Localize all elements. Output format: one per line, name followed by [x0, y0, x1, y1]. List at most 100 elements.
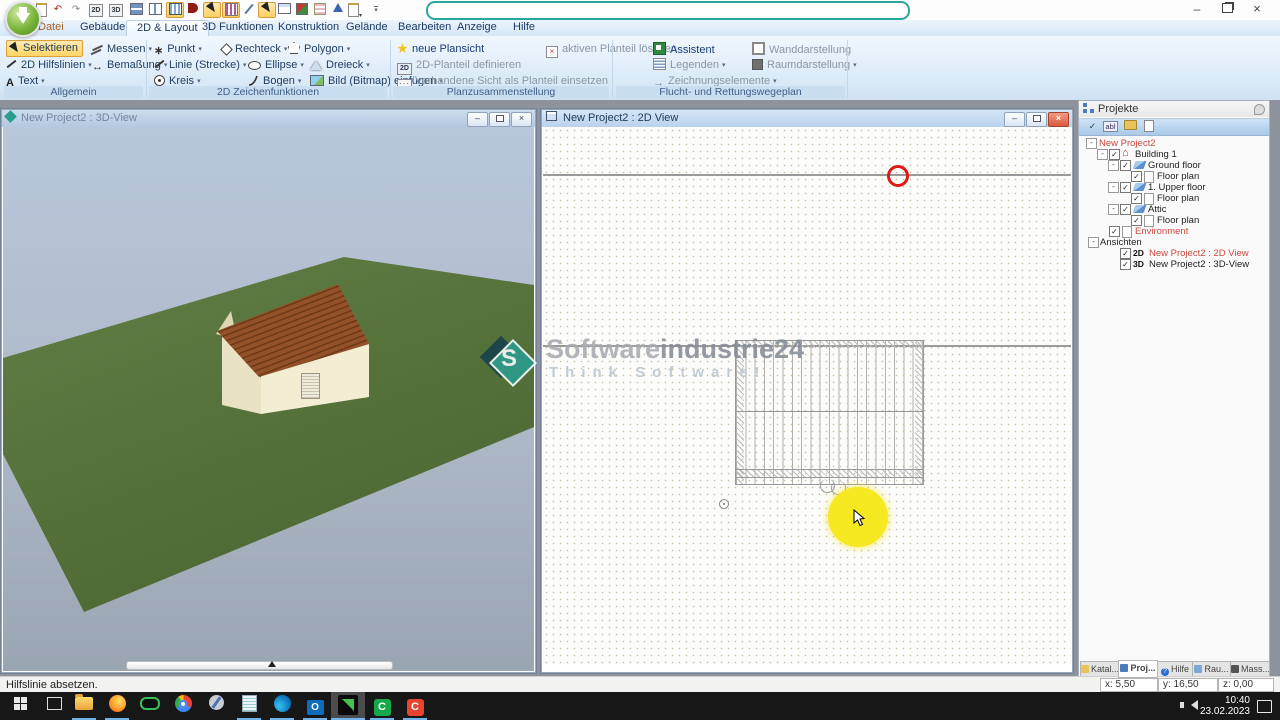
grid-toggle-icon[interactable]: [166, 2, 184, 18]
app-menu-button[interactable]: [5, 1, 41, 37]
file-explorer-icon[interactable]: [72, 695, 96, 717]
tree-item-label[interactable]: Environment: [1135, 226, 1188, 237]
pin-icon[interactable]: [1254, 104, 1265, 115]
window-3d-titlebar[interactable]: New Project2 : 3D-View –×: [2, 110, 535, 127]
cursor-tool-icon[interactable]: [258, 2, 276, 18]
edge-icon[interactable]: [270, 695, 294, 717]
tree-item-label[interactable]: Floor plan: [1157, 193, 1199, 204]
ribbon-button-messen[interactable]: Messen▾: [92, 42, 152, 57]
vertical-split-icon[interactable]: [147, 3, 163, 17]
app-close-button[interactable]: ×: [1242, 0, 1272, 20]
tree-expand-icon[interactable]: -: [1097, 149, 1108, 160]
titlebar-input-box[interactable]: [426, 1, 910, 20]
tree-expand-icon[interactable]: -: [1108, 160, 1119, 171]
tree-item-label[interactable]: New Project2 : 3D-View: [1149, 259, 1249, 270]
drafting-tool-icon[interactable]: [241, 3, 257, 17]
reference-point-symbol[interactable]: [719, 499, 729, 509]
window-3d-close-button[interactable]: ×: [511, 112, 532, 127]
tree-item-label[interactable]: Ansichten: [1100, 237, 1142, 248]
redo-icon[interactable]: ↷: [68, 3, 84, 17]
ribbon-button-wanddarstellung[interactable]: Wanddarstellung: [752, 42, 851, 57]
app-restore-button[interactable]: [1212, 0, 1242, 20]
tree-item-label[interactable]: Building 1: [1135, 149, 1177, 160]
ribbon-button-dreieck[interactable]: Dreieck▾: [310, 58, 370, 73]
eraser-wedge-icon[interactable]: [330, 3, 346, 17]
tree-expand-icon[interactable]: -: [1088, 237, 1099, 248]
redline-tool-icon[interactable]: [185, 3, 201, 17]
tree-checkbox[interactable]: ✓: [1131, 171, 1142, 182]
tree-item-label[interactable]: Floor plan: [1157, 215, 1199, 226]
ribbon-button-legenden[interactable]: Legenden▾: [653, 58, 725, 73]
start-button[interactable]: [8, 695, 32, 717]
camtasia-icon[interactable]: C: [370, 695, 394, 717]
tree-checkbox[interactable]: ✓: [1131, 193, 1142, 204]
notepad-icon[interactable]: [237, 695, 261, 717]
tab-anzeige[interactable]: Anzeige: [447, 20, 507, 35]
ribbon-button-polygon[interactable]: Polygon▾: [288, 42, 350, 57]
window-2d-restore-button[interactable]: [1026, 112, 1047, 127]
tree-item-label[interactable]: Floor plan: [1157, 171, 1199, 182]
ribbon-button-raumdarstellung[interactable]: Raumdarstellung▾: [752, 58, 857, 73]
columns-tool-icon[interactable]: [222, 2, 240, 18]
tree-checkbox[interactable]: ✓: [1120, 204, 1131, 215]
firefox-icon[interactable]: [105, 695, 129, 717]
ribbon-button-linie[interactable]: Linie (Strecke)▾: [154, 58, 246, 73]
ribbon-button-selektieren[interactable]: Selektieren: [6, 40, 83, 57]
qat-overflow-icon[interactable]: ▾: [368, 3, 384, 17]
ribbon-button-2d-hilfslinien[interactable]: 2D Hilfslinien▾: [6, 58, 92, 73]
ribbon-button-assistent[interactable]: Assistent: [653, 42, 715, 57]
panel-tab-projekte[interactable]: Proj...: [1118, 660, 1158, 678]
taskbar-clock[interactable]: 10:40 23.02.2023: [1200, 695, 1250, 717]
ribbon-button-ellipse[interactable]: Ellipse▾: [248, 58, 304, 73]
window-2d-close-button[interactable]: ×: [1048, 112, 1069, 127]
tree-expand-icon[interactable]: -: [1108, 182, 1119, 193]
tree-checkbox[interactable]: ✓: [1109, 149, 1120, 160]
app-minimize-button[interactable]: –: [1182, 0, 1212, 20]
horizontal-split-icon[interactable]: [128, 3, 144, 17]
window-2d-minimize-button[interactable]: –: [1004, 112, 1025, 127]
tree-item-label[interactable]: Attic: [1148, 204, 1166, 215]
ribbon-button-rechteck[interactable]: Rechteck▾: [222, 42, 287, 57]
window-3d-restore-button[interactable]: [489, 112, 510, 127]
design-tool-icon[interactable]: [204, 695, 228, 717]
new-page-icon[interactable]: [1141, 120, 1156, 133]
2d-drawing-canvas[interactable]: [543, 127, 1071, 665]
tree-checkbox[interactable]: ✓: [1120, 160, 1131, 171]
tree-checkbox[interactable]: ✓: [1120, 248, 1131, 259]
window-2d-titlebar[interactable]: New Project2 : 2D View –×: [542, 110, 1072, 127]
new-window-icon[interactable]: [276, 3, 292, 17]
tree-item-label[interactable]: Ground floor: [1148, 160, 1201, 171]
plan-flag-icon[interactable]: [294, 3, 310, 17]
plan-grid-icon[interactable]: [312, 3, 328, 17]
tree-item-label[interactable]: 1. Upper floor: [1148, 182, 1206, 193]
copy-page-icon[interactable]: ▾: [347, 3, 363, 17]
notification-center-icon[interactable]: [1257, 700, 1272, 713]
3d-view-icon[interactable]: 3D: [108, 3, 124, 17]
task-view-button[interactable]: [42, 695, 66, 717]
outlook-icon[interactable]: O: [303, 695, 327, 717]
select-box-icon[interactable]: [203, 2, 221, 18]
apply-check-icon[interactable]: ✓: [1085, 120, 1100, 133]
undo-icon[interactable]: ↶: [50, 3, 66, 17]
tree-expand-icon[interactable]: -: [1086, 138, 1097, 149]
guide-point-marker[interactable]: [887, 165, 909, 187]
folder-settings-icon[interactable]: [1123, 120, 1138, 133]
window-3d-minimize-button[interactable]: –: [467, 112, 488, 127]
tree-item-label[interactable]: New Project2 : 2D View: [1149, 248, 1249, 259]
ribbon-button-2d-planteil[interactable]: 2D2D-Planteil definieren: [397, 58, 521, 73]
tree-checkbox[interactable]: ✓: [1120, 182, 1131, 193]
2d-view-icon[interactable]: 2D: [88, 3, 104, 17]
tree-expand-icon[interactable]: -: [1108, 204, 1119, 215]
3d-viewport[interactable]: [3, 127, 534, 671]
ribbon-button-neue-plansicht[interactable]: neue Plansicht: [397, 42, 484, 57]
tree-checkbox[interactable]: ✓: [1120, 259, 1131, 270]
red-app-icon[interactable]: C: [403, 695, 427, 717]
chrome-icon[interactable]: [171, 695, 195, 717]
3d-view-slider[interactable]: [126, 661, 393, 670]
cad-app-icon[interactable]: [336, 695, 360, 717]
ribbon-button-punkt[interactable]: ∗Punkt▾: [154, 42, 202, 57]
messenger-pill-icon[interactable]: [138, 695, 162, 717]
guide-line-horizontal[interactable]: [543, 174, 1071, 176]
tree-checkbox[interactable]: ✓: [1131, 215, 1142, 226]
tree-checkbox[interactable]: ✓: [1109, 226, 1120, 237]
